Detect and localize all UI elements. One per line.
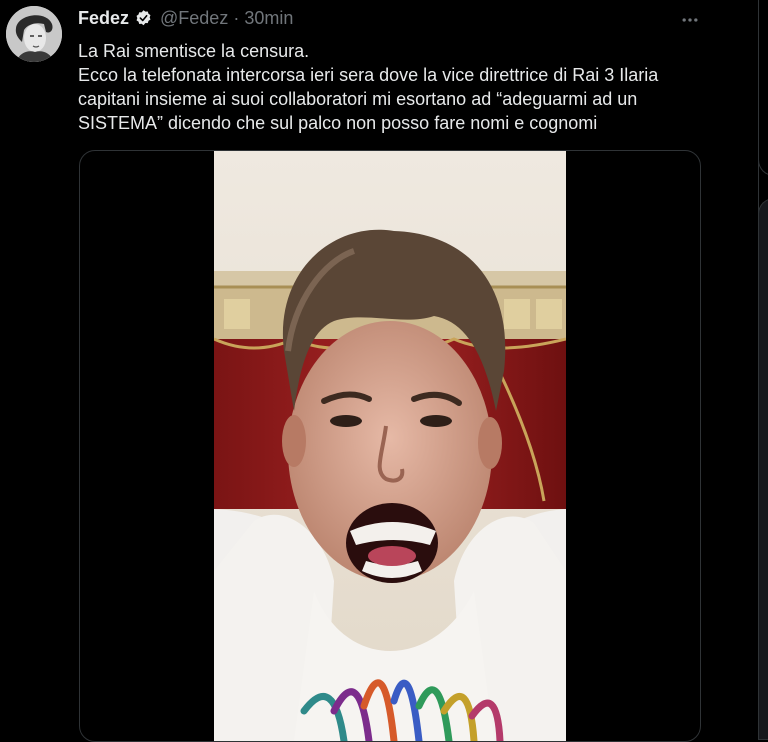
verified-badge-icon [136, 10, 151, 26]
sidebar-card-bottom [758, 198, 768, 740]
tweet-text-line1: La Rai smentisce la censura. [78, 41, 310, 61]
tweet-header: Fedez @Fedez · 30min [78, 8, 293, 29]
author-name[interactable]: Fedez [78, 8, 129, 29]
more-options-button[interactable] [676, 6, 704, 34]
tweet[interactable]: Fedez @Fedez · 30min La Rai smentisce la… [0, 0, 758, 742]
avatar[interactable] [6, 6, 62, 62]
more-options-icon [682, 18, 698, 22]
tweet-timestamp[interactable]: 30min [244, 8, 293, 29]
tweet-text: La Rai smentisce la censura. Ecco la tel… [78, 39, 718, 135]
video-player[interactable] [79, 150, 701, 742]
tweet-text-line2: Ecco la telefonata intercorsa ieri sera … [78, 65, 659, 133]
sidebar-card-top [758, 0, 768, 176]
author-handle[interactable]: @Fedez [160, 8, 228, 29]
video-frame[interactable] [214, 151, 566, 741]
separator-dot: · [233, 8, 240, 28]
